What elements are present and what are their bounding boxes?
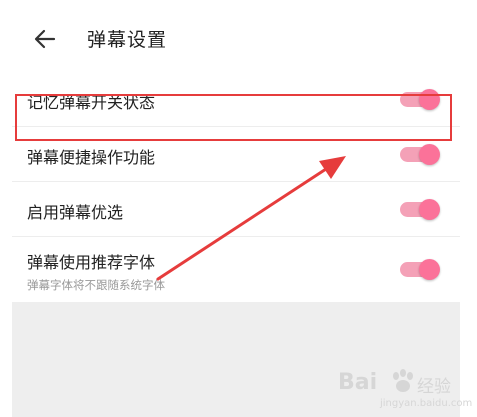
setting-label: 弹幕便捷操作功能 — [27, 148, 156, 167]
arrow-left-icon[interactable] — [30, 24, 60, 54]
top-bar: 弹幕设置 — [0, 0, 477, 72]
setting-description: 弹幕字体将不跟随系统字体 — [27, 278, 165, 292]
toggle-thumb — [419, 199, 440, 220]
setting-row-danmaku-preferred[interactable]: 启用弹幕优选 — [12, 182, 460, 237]
watermark-url: jingyan.baidu.com — [380, 398, 473, 409]
toggle-switch[interactable] — [400, 199, 440, 220]
annotation-highlight-box — [15, 94, 452, 141]
watermark-logo-text: Bai — [338, 370, 378, 395]
baidu-jingyan-watermark: Bai 经验 jingyan.baidu.com — [338, 368, 472, 412]
paw-icon — [393, 369, 413, 392]
toggle-switch[interactable] — [400, 144, 440, 165]
setting-label: 弹幕使用推荐字体 — [27, 253, 156, 272]
setting-label: 启用弹幕优选 — [27, 203, 124, 222]
toggle-switch[interactable] — [400, 259, 440, 280]
toggle-thumb — [419, 144, 440, 165]
toggle-thumb — [419, 259, 440, 280]
watermark-text: 经验 — [417, 377, 451, 397]
page-title: 弹幕设置 — [87, 29, 168, 51]
setting-row-recommended-font[interactable]: 弹幕使用推荐字体 弹幕字体将不跟随系统字体 — [12, 237, 460, 302]
